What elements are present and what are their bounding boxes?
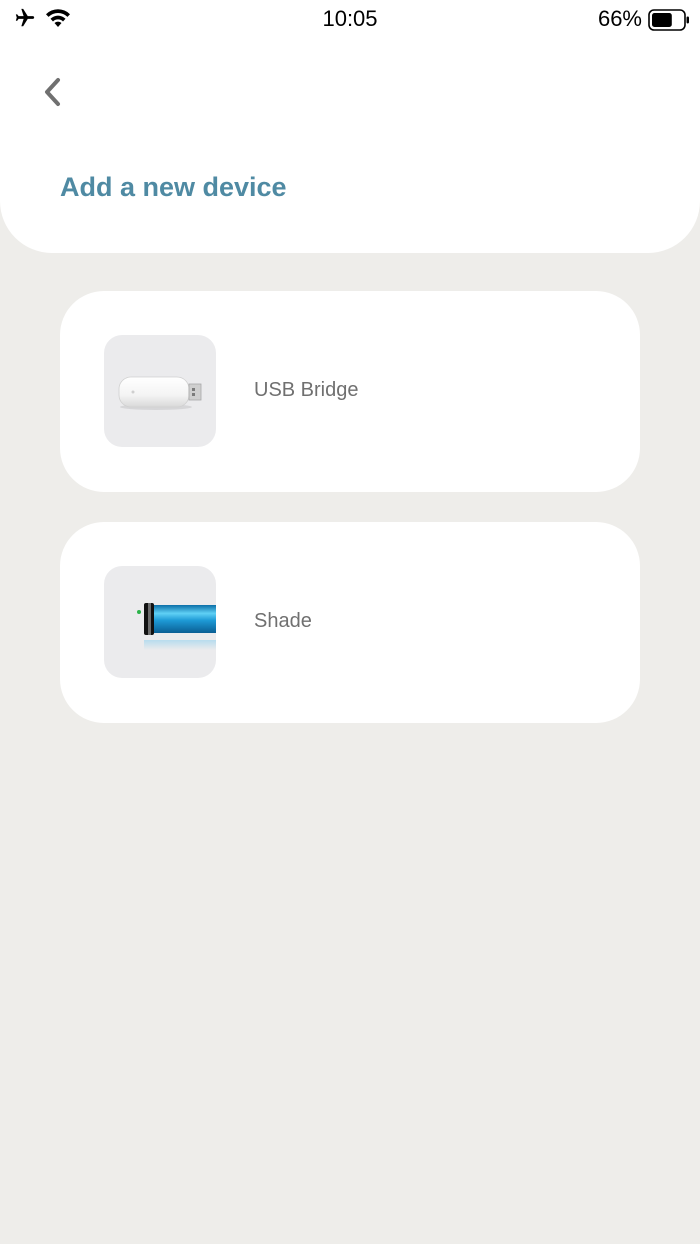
usb-bridge-icon [104,376,216,447]
device-thumbnail [104,566,216,678]
status-time: 10:05 [322,6,378,31]
battery-percentage: 66% [597,6,642,31]
device-label: USB Bridge [254,379,359,401]
chevron-left-icon [40,75,64,114]
device-thumbnail [104,335,216,447]
device-list: USB Bridge Shade [60,291,640,753]
back-button[interactable] [32,72,72,116]
status-right: 66% [597,6,689,32]
device-card-usb-bridge[interactable]: USB Bridge [60,291,640,492]
battery-icon [648,8,689,31]
page-title: Add a new device [60,172,287,202]
shade-roller-icon [104,603,216,678]
device-card-shade[interactable]: Shade [60,522,640,723]
status-bar: 10:05 66% [0,0,700,40]
device-label: Shade [254,610,312,632]
